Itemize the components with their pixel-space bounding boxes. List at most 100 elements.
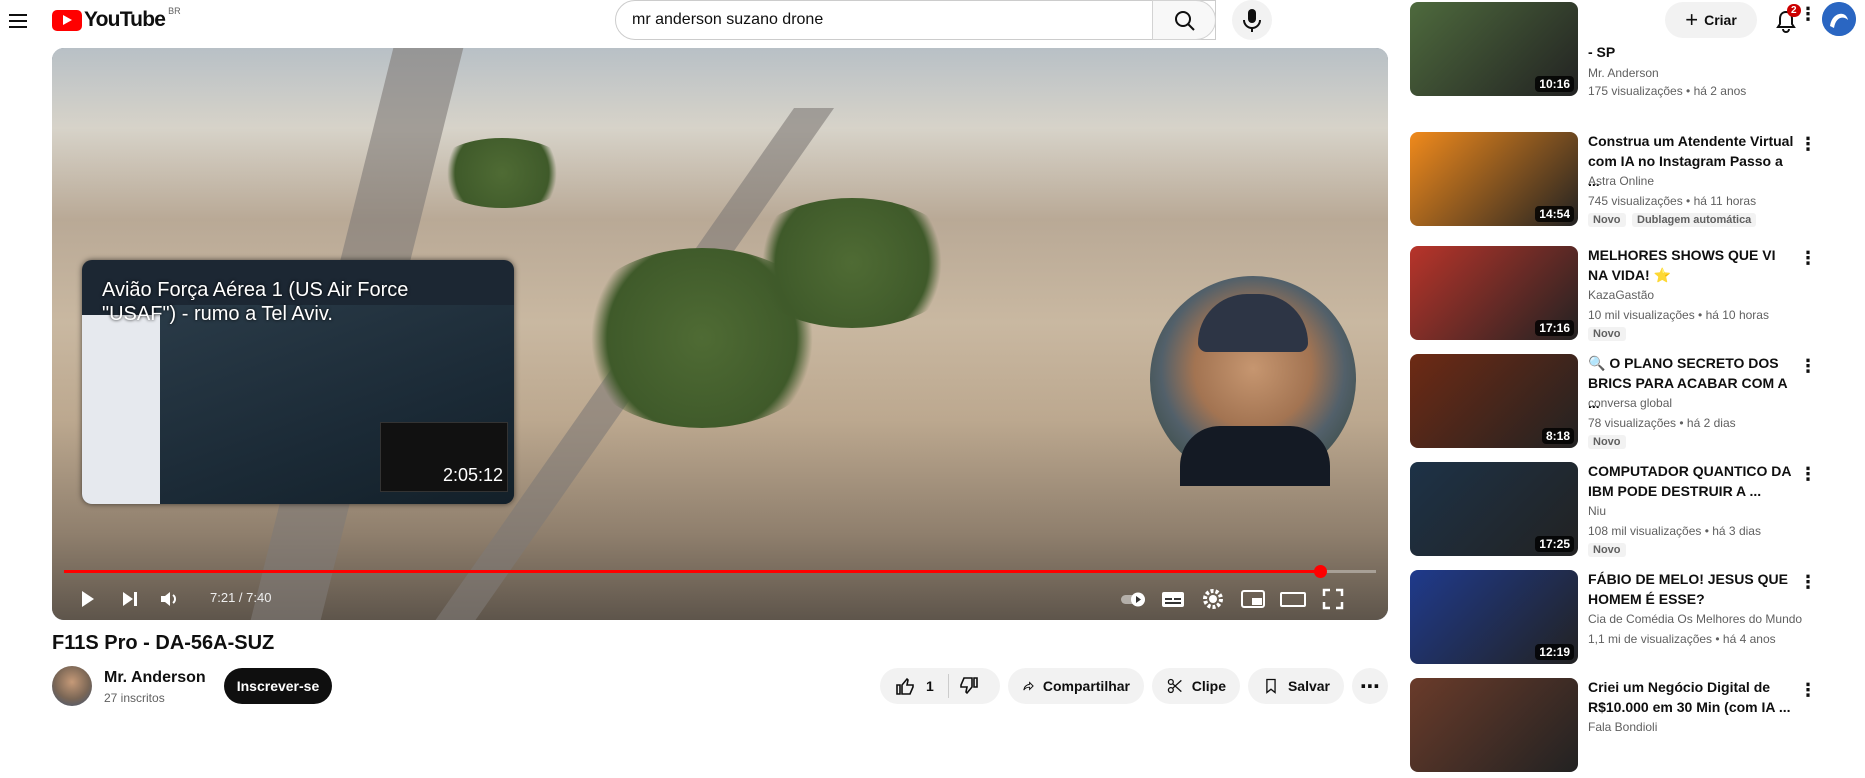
youtube-logo[interactable]: YouTube BR [52, 6, 181, 32]
more-options-icon[interactable]: ⋮ [1798, 134, 1818, 154]
related-video-channel[interactable]: Niu [1588, 504, 1606, 518]
overlay-thumbnail: 2:05:12 [380, 422, 508, 492]
related-video-title[interactable]: FÁBIO DE MELO! JESUS QUE HOMEM É ESSE? [1588, 569, 1798, 609]
mic-icon [1243, 9, 1261, 32]
video-trees [742, 198, 962, 328]
menu-icon[interactable] [6, 10, 30, 34]
youtube-play-icon [52, 9, 82, 31]
gear-icon [1203, 589, 1223, 609]
related-video-item[interactable]: Criei um Negócio Digital de R$10.000 em … [1410, 678, 1830, 778]
new-badge: Novo [1588, 435, 1626, 449]
search-icon [1175, 11, 1195, 31]
related-video-meta: 108 mil visualizações • há 3 dias [1588, 524, 1761, 538]
related-video-channel[interactable]: KazaGastão [1588, 288, 1654, 302]
video-thumbnail[interactable]: 17:16 [1410, 246, 1578, 340]
video-trees [432, 138, 572, 208]
channel-name[interactable]: Mr. Anderson [104, 669, 206, 687]
related-video-title[interactable]: Criei um Negócio Digital de R$10.000 em … [1588, 677, 1798, 717]
subtitles-button[interactable] [1158, 584, 1188, 614]
related-video-item[interactable]: 17:16 MELHORES SHOWS QUE VI NA VIDA! ⭐ Kaz… [1410, 246, 1830, 346]
more-options-icon[interactable]: ⋮ [1798, 680, 1818, 700]
time-display: 7:21 / 7:40 [210, 590, 272, 605]
fullscreen-button[interactable] [1318, 584, 1348, 614]
more-icon: ⋯ [1360, 675, 1380, 698]
more-options-icon[interactable]: ⋮ [1798, 248, 1818, 268]
video-duration: 17:25 [1535, 536, 1574, 552]
related-video-channel[interactable]: conversa global [1588, 396, 1672, 410]
save-label: Salvar [1287, 678, 1330, 694]
overlay-duration: 2:05:12 [442, 465, 503, 485]
overlay-title: Avião Força Aérea 1 (US Air Force "USAF"… [102, 279, 409, 325]
pip-overlay: Avião Força Aérea 1 (US Air Force "USAF"… [82, 260, 514, 504]
player-controls: 7:21 / 7:40 [52, 578, 1388, 618]
next-icon [123, 592, 137, 606]
related-video-item[interactable]: 17:25 COMPUTADOR QUANTICO DA IBM PODE DES… [1410, 462, 1830, 562]
more-options-icon[interactable]: ⋮ [1798, 356, 1818, 376]
related-video-meta: 10 mil visualizações • há 10 horas [1588, 308, 1769, 322]
autoplay-icon [1121, 592, 1145, 607]
volume-button[interactable] [154, 584, 184, 614]
bookmark-icon [1266, 678, 1276, 694]
search-button[interactable] [1152, 0, 1216, 40]
related-video-title[interactable]: - SP [1588, 42, 1798, 62]
miniplayer-button[interactable] [1238, 584, 1268, 614]
next-button[interactable] [114, 584, 144, 614]
share-button[interactable]: Compartilhar [1008, 668, 1144, 704]
presenter-shirt [1180, 426, 1330, 486]
related-video-channel[interactable]: Fala Bondioli [1588, 720, 1657, 734]
video-thumbnail[interactable] [1410, 678, 1578, 772]
video-duration: 8:18 [1541, 428, 1574, 444]
related-video-item[interactable]: 12:19 FÁBIO DE MELO! JESUS QUE HOMEM É ES… [1410, 570, 1830, 670]
like-count: 1 [926, 678, 934, 694]
clip-button[interactable]: Clipe [1152, 668, 1240, 704]
related-video-title[interactable]: MELHORES SHOWS QUE VI NA VIDA! ⭐ [1588, 245, 1798, 285]
progress-fill [64, 570, 1320, 573]
subscriber-count: 27 inscritos [104, 691, 165, 705]
related-video-title[interactable]: COMPUTADOR QUANTICO DA IBM PODE DESTRUIR… [1588, 461, 1798, 501]
video-thumbnail[interactable]: 14:54 [1410, 132, 1578, 226]
play-button[interactable] [72, 584, 102, 614]
more-options-icon[interactable]: ⋮ [1798, 572, 1818, 592]
video-player[interactable]: Avião Força Aérea 1 (US Air Force "USAF"… [52, 48, 1388, 620]
clip-label: Clipe [1191, 678, 1226, 694]
related-video-channel[interactable]: Astra Online [1588, 174, 1654, 188]
like-button[interactable]: 1 [894, 675, 934, 697]
progress-bar[interactable] [64, 565, 1376, 578]
flight-panel [82, 315, 160, 504]
related-video-meta: 1,1 mi de visualizações • há 4 anos [1588, 632, 1776, 646]
subscribe-button[interactable]: Inscrever-se [224, 668, 332, 704]
more-options-icon[interactable]: ⋮ [1798, 4, 1818, 24]
related-video-channel[interactable]: Mr. Anderson [1588, 66, 1659, 80]
related-video-item[interactable]: 10:16 - SP Mr. Anderson 175 visualizações •… [1410, 2, 1830, 102]
thumbs-down-icon [960, 677, 978, 695]
settings-button[interactable] [1198, 584, 1228, 614]
video-thumbnail[interactable]: 12:19 [1410, 570, 1578, 664]
theater-mode-button[interactable] [1278, 584, 1308, 614]
video-duration: 17:16 [1535, 320, 1574, 336]
voice-search-button[interactable] [1232, 0, 1272, 40]
video-thumbnail[interactable]: 17:25 [1410, 462, 1578, 556]
video-title: F11S Pro - DA-56A-SUZ [52, 632, 275, 654]
channel-avatar[interactable] [52, 666, 92, 706]
related-video-item[interactable]: 8:18 🔍 O PLANO SECRETO DOS BRICS PARA ACA… [1410, 354, 1830, 454]
dislike-button[interactable] [958, 675, 980, 700]
miniplayer-icon [1241, 590, 1265, 608]
related-video-channel[interactable]: Cia de Comédia Os Melhores do Mundo [1588, 612, 1802, 626]
video-thumbnail[interactable]: 10:16 [1410, 2, 1578, 96]
scissors-icon [1167, 678, 1182, 694]
search-query: mr anderson suzano drone [632, 11, 824, 28]
progress-scrubber[interactable] [1313, 565, 1327, 578]
save-button[interactable]: Salvar [1248, 668, 1344, 704]
subtitles-icon [1162, 592, 1184, 607]
video-thumbnail[interactable]: 8:18 [1410, 354, 1578, 448]
fullscreen-icon [1322, 588, 1344, 610]
share-icon [1023, 681, 1034, 691]
theater-icon [1280, 592, 1306, 607]
autoplay-toggle[interactable] [1118, 584, 1148, 614]
related-video-item[interactable]: 14:54 Construa um Atendente Virtual com I… [1410, 132, 1830, 232]
more-options-icon[interactable]: ⋮ [1798, 464, 1818, 484]
presenter-cap [1198, 294, 1308, 352]
search-input[interactable]: mr anderson suzano drone ✕ [615, 0, 1216, 40]
more-actions-button[interactable]: ⋯ [1352, 668, 1388, 704]
country-code: BR [168, 6, 181, 16]
